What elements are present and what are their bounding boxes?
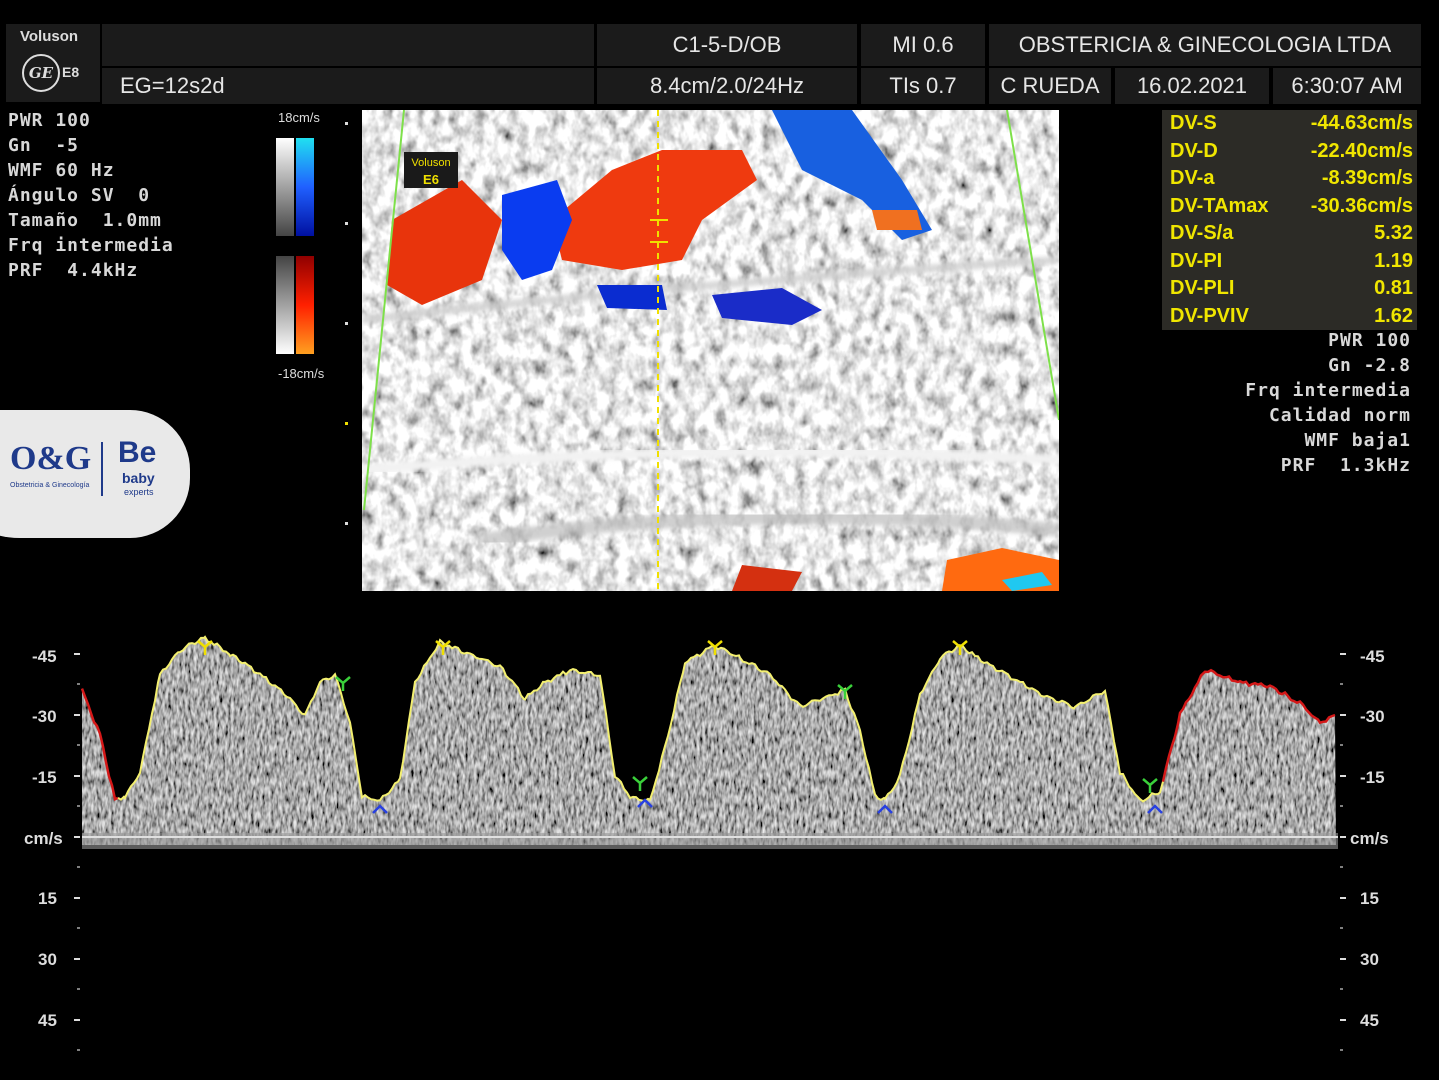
brand-model: E8 xyxy=(62,64,80,80)
image-tag-line2: E6 xyxy=(423,172,439,187)
measurement-value: 1.19 xyxy=(1374,249,1413,272)
velocity-label-15-right: 15 xyxy=(1360,889,1379,908)
velocity-label-45: 45 xyxy=(38,1011,57,1030)
color-scale-bottom: -18cm/s xyxy=(278,366,325,381)
pw-parameters: PWR 100 Gn -5 WMF 60 Hz Ángulo SV 0 Tama… xyxy=(8,108,174,283)
depth-marker xyxy=(345,522,348,525)
measurement-value: -44.63cm/s xyxy=(1310,112,1413,134)
measurement-label: DV-S xyxy=(1170,112,1217,134)
exam-time: 6:30:07 AM xyxy=(1273,68,1421,104)
measurement-value: -8.39cm/s xyxy=(1321,167,1413,189)
gestational-age: EG=12s2d xyxy=(102,68,594,104)
param-line: PRF 1.3kHz xyxy=(1280,455,1411,476)
logo-divider xyxy=(101,442,103,496)
header-blank-cell xyxy=(102,24,594,66)
depth-marker xyxy=(345,322,348,325)
color-doppler-image[interactable]: Voluson E6 xyxy=(362,110,1059,591)
thermal-index: TIs 0.7 xyxy=(861,68,985,104)
depth-marker xyxy=(345,422,348,425)
param-line: WMF baja1 xyxy=(1304,430,1411,451)
color-flow-orange xyxy=(872,210,922,230)
measurement-label: DV-PI xyxy=(1170,249,1223,272)
velocity-label-minus45-right: -45 xyxy=(1360,647,1385,666)
velocity-label-minus15: -15 xyxy=(32,768,57,787)
clinic-logo: O&G Obstetricia & Ginecología Be baby ex… xyxy=(0,410,190,538)
measurement-value: -22.40cm/s xyxy=(1310,139,1413,162)
param-line: Tamaño 1.0mm xyxy=(8,210,162,231)
measurement-row: DV-PLI 0.81 xyxy=(1162,275,1417,303)
param-line: Frq intermedia xyxy=(8,235,174,256)
velocity-label-minus15-right: -15 xyxy=(1360,768,1385,787)
measurement-label: DV-S/a xyxy=(1170,222,1234,244)
exam-date: 16.02.2021 xyxy=(1115,68,1269,104)
velocity-label-minus45: -45 xyxy=(32,647,57,666)
measurement-row: DV-PI 1.19 xyxy=(1162,248,1417,276)
param-line: Gn -5 xyxy=(8,135,80,156)
color-bar-blue xyxy=(296,138,314,236)
measurement-label: DV-TAmax xyxy=(1170,194,1269,217)
param-line: Ángulo SV 0 xyxy=(8,185,151,206)
measurement-panel: DV-S -44.63cm/s DV-D -22.40cm/s DV-a -8.39c… xyxy=(1162,110,1417,330)
measurement-row: DV-TAmax -30.36cm/s xyxy=(1162,193,1417,221)
velocity-label-15: 15 xyxy=(38,889,57,908)
measurement-value: 1.62 xyxy=(1374,304,1413,327)
probe-preset: C1-5-D/OB xyxy=(597,24,857,66)
operator-name: C RUEDA xyxy=(989,68,1111,104)
measurement-row: DV-a -8.39cm/s xyxy=(1162,165,1417,193)
param-line: PRF 4.4kHz xyxy=(8,260,139,281)
measurement-value: 5.32 xyxy=(1374,222,1413,244)
color-bar-gray-top xyxy=(276,138,294,236)
velocity-label-30: 30 xyxy=(38,950,57,969)
color-scale-top: 18cm/s xyxy=(278,110,320,125)
velocity-unit-right: cm/s xyxy=(1350,829,1389,848)
velocity-label-30-right: 30 xyxy=(1360,950,1379,969)
measurement-value: 0.81 xyxy=(1374,277,1413,299)
velocity-label-minus30: -30 xyxy=(32,707,57,726)
depth-marker xyxy=(345,222,348,225)
velocity-label-45-right: 45 xyxy=(1360,1011,1379,1030)
velocity-label-minus30-right: -30 xyxy=(1360,707,1385,726)
velocity-unit-left: cm/s xyxy=(24,829,63,848)
diastolic-marker xyxy=(1142,778,1158,793)
depth-info: 8.4cm/2.0/24Hz xyxy=(597,68,857,104)
be-logo-baby: baby xyxy=(122,470,155,486)
color-flow-blue xyxy=(597,285,667,310)
measurement-row: DV-D -22.40cm/s xyxy=(1162,138,1417,166)
param-line: Frq intermedia xyxy=(1245,380,1411,401)
measurement-row: DV-S -44.63cm/s xyxy=(1162,110,1417,138)
image-tag-line1: Voluson xyxy=(411,157,450,169)
diastolic-marker xyxy=(632,776,648,791)
spectral-fill xyxy=(82,636,1336,845)
be-logo-experts: experts xyxy=(124,487,154,497)
clinic-name: OBSTERICIA & GINECOLOGIA LTDA xyxy=(989,24,1421,66)
axis-ticks-left xyxy=(74,653,80,1051)
param-line: WMF 60 Hz xyxy=(8,160,115,181)
param-line: Gn -2.8 xyxy=(1328,355,1411,376)
baseline-clutter xyxy=(82,833,1338,849)
be-logo-text: Be xyxy=(118,436,157,469)
ge-monogram-icon: GE xyxy=(22,54,60,92)
pw-right-parameters: PWR 100 Gn -2.8 Frq intermedia Calidad n… xyxy=(1245,328,1411,478)
measurement-label: DV-PLI xyxy=(1170,277,1235,299)
spectral-doppler[interactable] xyxy=(0,595,1439,1080)
color-bar-gray-bottom xyxy=(276,256,294,354)
og-logo-text: O&G xyxy=(10,440,92,477)
depth-marker xyxy=(345,122,348,125)
measurement-value: -30.36cm/s xyxy=(1310,194,1413,217)
color-bar-red xyxy=(296,256,314,354)
measurement-row: DV-S/a 5.32 xyxy=(1162,220,1417,248)
brand-name: Voluson xyxy=(20,28,79,45)
voluson-brand: Voluson GE E8 xyxy=(6,24,100,102)
param-line: PWR 100 xyxy=(8,110,91,131)
og-logo-subtitle: Obstetricia & Ginecología xyxy=(10,482,90,489)
param-line: Calidad norm xyxy=(1268,405,1411,426)
mechanical-index: MI 0.6 xyxy=(861,24,985,66)
measurement-label: DV-PVIV xyxy=(1170,304,1249,327)
measurement-label: DV-a xyxy=(1170,167,1215,189)
measurement-label: DV-D xyxy=(1170,139,1218,162)
axis-ticks-right xyxy=(1340,653,1346,1051)
param-line: PWR 100 xyxy=(1328,330,1411,351)
measurement-row: DV-PVIV 1.62 xyxy=(1162,303,1417,331)
